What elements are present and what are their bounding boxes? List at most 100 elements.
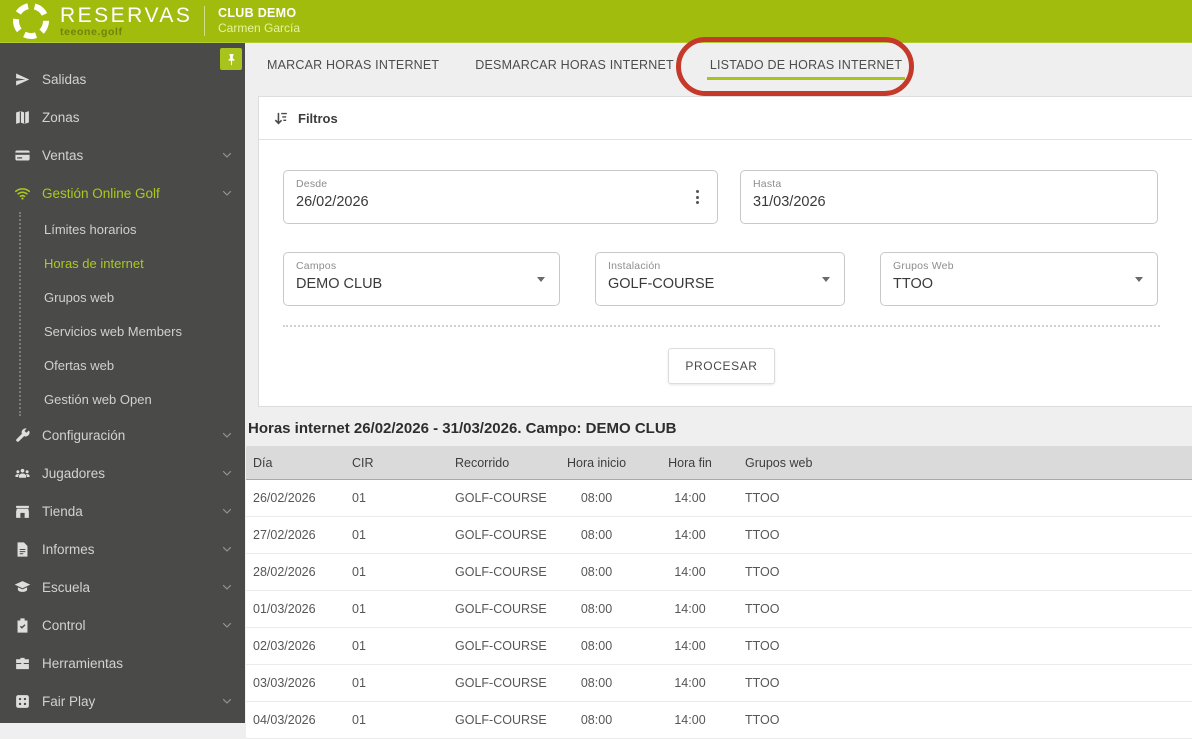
chevron-down-icon bbox=[221, 581, 233, 593]
chevron-down-icon bbox=[221, 429, 233, 441]
sidebar-item-escuela[interactable]: Escuela bbox=[0, 568, 245, 606]
table-cell-grupos-web: TTOO bbox=[745, 676, 780, 690]
sidebar: Salidas Zonas Ventas Gestión Online Golf Lím… bbox=[0, 43, 245, 723]
sidebar-item-herramientas[interactable]: Herramientas bbox=[0, 644, 245, 682]
sidebar-item-label: Configuración bbox=[42, 427, 126, 443]
sidebar-item-ventas[interactable]: Ventas bbox=[0, 136, 245, 174]
tab-bar: MARCAR HORAS INTERNET DESMARCAR HORAS INT… bbox=[245, 43, 1192, 96]
tab-desmarcar-horas-internet[interactable]: DESMARCAR HORAS INTERNET bbox=[472, 43, 677, 80]
sidebar-item-tienda[interactable]: Tienda bbox=[0, 492, 245, 530]
sidebar-item-label: Jugadores bbox=[42, 465, 106, 481]
hasta-date-field[interactable]: Hasta 31/03/2026 bbox=[740, 170, 1158, 224]
brand-name: RESERVAS bbox=[60, 3, 193, 27]
sidebar-subitem-servicios-web-members[interactable]: Servicios web Members bbox=[21, 314, 245, 348]
sidebar-item-label: Fair Play bbox=[42, 693, 96, 709]
table-title: Horas internet 26/02/2026 - 31/03/2026. … bbox=[248, 420, 677, 437]
clipboard-icon bbox=[14, 617, 31, 634]
header-divider bbox=[204, 6, 205, 36]
table-cell-hora-fin: 14:00 bbox=[674, 639, 706, 653]
chevron-down-icon bbox=[221, 467, 233, 479]
table-cell-grupos-web: TTOO bbox=[745, 528, 780, 542]
chevron-down-icon bbox=[221, 619, 233, 631]
sidebar-item-label: Informes bbox=[42, 541, 95, 557]
hasta-value: 31/03/2026 bbox=[753, 194, 826, 210]
column-header-cir: CIR bbox=[352, 455, 374, 470]
school-icon bbox=[14, 579, 31, 596]
wifi-icon bbox=[14, 185, 31, 202]
table-row[interactable]: 02/03/2026 01 GOLF-COURSE 08:00 14:00 TTOO bbox=[246, 628, 1192, 665]
instalacion-select[interactable]: Instalación GOLF-COURSE bbox=[595, 252, 845, 306]
dropdown-caret-icon bbox=[822, 277, 830, 282]
sidebar-subitem-grupos-web[interactable]: Grupos web bbox=[21, 280, 245, 314]
table-cell-cir: 01 bbox=[352, 602, 366, 616]
document-icon bbox=[14, 541, 31, 558]
store-icon bbox=[14, 503, 31, 520]
table-cell-recorrido: GOLF-COURSE bbox=[455, 639, 547, 653]
table-row[interactable]: 26/02/2026 01 GOLF-COURSE 08:00 14:00 TTOO bbox=[246, 480, 1192, 517]
grupos-web-select[interactable]: Grupos Web TTOO bbox=[880, 252, 1158, 306]
sidebar-item-label: Ventas bbox=[42, 147, 84, 163]
club-name: CLUB DEMO bbox=[218, 5, 297, 20]
table-cell-dia: 27/02/2026 bbox=[253, 528, 316, 542]
wrench-icon bbox=[14, 427, 31, 444]
table-cell-cir: 01 bbox=[352, 565, 366, 579]
send-icon bbox=[14, 71, 31, 88]
tab-marcar-horas-internet[interactable]: MARCAR HORAS INTERNET bbox=[264, 43, 442, 80]
sidebar-item-salidas[interactable]: Salidas bbox=[0, 60, 245, 98]
table-row[interactable]: 01/03/2026 01 GOLF-COURSE 08:00 14:00 TTOO bbox=[246, 591, 1192, 628]
sidebar-subitem-gestion-web-open[interactable]: Gestión web Open bbox=[21, 382, 245, 416]
sidebar-item-control[interactable]: Control bbox=[0, 606, 245, 644]
chevron-down-icon bbox=[221, 505, 233, 517]
sidebar-item-fair-play[interactable]: Fair Play bbox=[0, 682, 245, 720]
procesar-button[interactable]: PROCESAR bbox=[668, 348, 775, 384]
desde-label: Desde bbox=[296, 178, 328, 190]
column-header-hora-inicio: Hora inicio bbox=[566, 455, 627, 470]
brand-circle-icon bbox=[8, 0, 54, 44]
sidebar-item-label: Zonas bbox=[42, 109, 80, 125]
brand-logo: RESERVAS teeone.golf bbox=[0, 0, 193, 44]
sidebar-item-label: Salidas bbox=[42, 71, 87, 87]
table-cell-dia: 26/02/2026 bbox=[253, 491, 316, 505]
table-cell-hora-fin: 14:00 bbox=[674, 565, 706, 579]
table-header-row: Día CIR Recorrido Hora inicio Hora fin Grupos… bbox=[246, 446, 1192, 480]
table-row[interactable]: 28/02/2026 01 GOLF-COURSE 08:00 14:00 TTOO bbox=[246, 554, 1192, 591]
table-cell-dia: 04/03/2026 bbox=[253, 713, 316, 727]
pin-sidebar-button[interactable] bbox=[220, 48, 242, 70]
sidebar-item-informes[interactable]: Informes bbox=[0, 530, 245, 568]
chevron-down-icon bbox=[221, 149, 233, 161]
table-cell-recorrido: GOLF-COURSE bbox=[455, 602, 547, 616]
dropdown-caret-icon bbox=[537, 277, 545, 282]
table-cell-hora-inicio: 08:00 bbox=[580, 491, 613, 505]
sidebar-subitem-horas-de-internet[interactable]: Horas de internet bbox=[21, 246, 245, 280]
column-header-dia: Día bbox=[253, 455, 273, 470]
table-row[interactable]: 04/03/2026 01 GOLF-COURSE 08:00 14:00 TTOO bbox=[246, 702, 1192, 739]
table-cell-cir: 01 bbox=[352, 713, 366, 727]
sidebar-item-zonas[interactable]: Zonas bbox=[0, 98, 245, 136]
sidebar-item-gestion-online-golf[interactable]: Gestión Online Golf bbox=[0, 174, 245, 212]
hasta-label: Hasta bbox=[753, 178, 782, 190]
filters-header[interactable]: Filtros bbox=[259, 97, 1192, 140]
table-cell-hora-fin: 14:00 bbox=[674, 491, 706, 505]
campos-label: Campos bbox=[296, 260, 337, 272]
sort-filter-icon bbox=[272, 110, 289, 127]
campos-value: DEMO CLUB bbox=[296, 276, 383, 292]
sidebar-item-jugadores[interactable]: Jugadores bbox=[0, 454, 245, 492]
campos-select[interactable]: Campos DEMO CLUB bbox=[283, 252, 560, 306]
tab-listado-de-horas-internet[interactable]: LISTADO DE HORAS INTERNET bbox=[706, 43, 906, 80]
sidebar-subitem-ofertas-web[interactable]: Ofertas web bbox=[21, 348, 245, 382]
filters-card: Filtros Desde 26/02/2026 Hasta 31/03/202… bbox=[258, 96, 1192, 407]
user-name: Carmen García bbox=[218, 21, 301, 36]
table-cell-hora-inicio: 08:00 bbox=[580, 639, 613, 653]
table-cell-hora-inicio: 08:00 bbox=[580, 602, 613, 616]
table-row[interactable]: 27/02/2026 01 GOLF-COURSE 08:00 14:00 TTOO bbox=[246, 517, 1192, 554]
table-cell-hora-fin: 14:00 bbox=[674, 528, 706, 542]
desde-date-field[interactable]: Desde 26/02/2026 bbox=[283, 170, 718, 224]
sidebar-subitem-limites-horarios[interactable]: Límites horarios bbox=[21, 212, 245, 246]
table-row[interactable]: 03/03/2026 01 GOLF-COURSE 08:00 14:00 TTOO bbox=[246, 665, 1192, 702]
sidebar-item-configuracion[interactable]: Configuración bbox=[0, 416, 245, 454]
kebab-menu-icon[interactable] bbox=[696, 190, 699, 204]
instalacion-value: GOLF-COURSE bbox=[608, 276, 715, 292]
table-cell-dia: 02/03/2026 bbox=[253, 639, 316, 653]
column-header-recorrido: Recorrido bbox=[455, 455, 510, 470]
table-cell-hora-inicio: 08:00 bbox=[580, 713, 613, 727]
